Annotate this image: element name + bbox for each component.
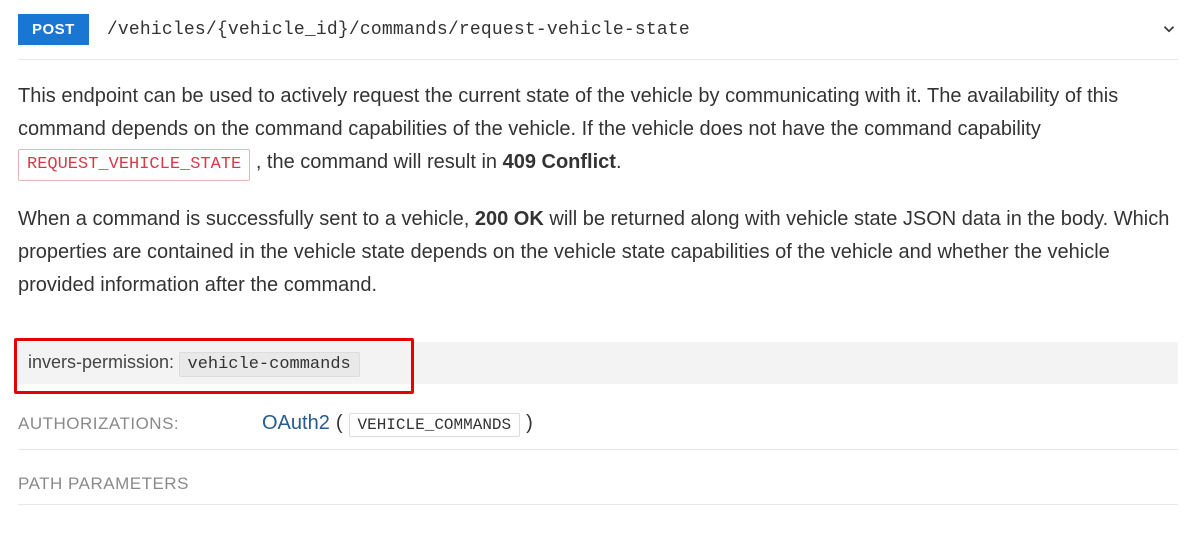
description-paragraph-1: This endpoint can be used to actively re…	[18, 80, 1178, 181]
authorizations-row: AUTHORIZATIONS: OAuth2 ( VEHICLE_COMMAND…	[18, 412, 1178, 450]
authorizations-value: OAuth2 ( VEHICLE_COMMANDS )	[262, 412, 533, 437]
permission-callout: invers-permission: vehicle-commands	[18, 342, 1178, 384]
endpoint-description: This endpoint can be used to actively re…	[18, 80, 1178, 302]
http-method-badge: POST	[18, 14, 89, 45]
text: )	[526, 412, 533, 435]
permission-value: vehicle-commands	[179, 352, 360, 377]
endpoint-path: /vehicles/{vehicle_id}/commands/request-…	[107, 20, 690, 40]
authorizations-title: AUTHORIZATIONS:	[18, 414, 228, 434]
text: .	[616, 151, 622, 173]
text: When a command is successfully sent to a…	[18, 208, 475, 230]
status-ok: 200 OK	[475, 208, 544, 230]
text: , the command will result in	[256, 151, 503, 173]
capability-code-chip: REQUEST_VEHICLE_STATE	[18, 149, 250, 181]
permission-label: invers-permission:	[28, 352, 174, 372]
auth-scope: VEHICLE_COMMANDS	[349, 413, 521, 437]
path-parameters-title: PATH PARAMETERS	[18, 474, 189, 493]
path-parameters-row: PATH PARAMETERS	[18, 474, 1178, 505]
endpoint-header[interactable]: POST /vehicles/{vehicle_id}/commands/req…	[18, 14, 1178, 60]
text: (	[336, 412, 343, 435]
description-paragraph-2: When a command is successfully sent to a…	[18, 203, 1178, 302]
chevron-down-icon[interactable]	[1160, 20, 1178, 43]
status-conflict: 409 Conflict	[503, 151, 616, 173]
auth-scheme[interactable]: OAuth2	[262, 412, 330, 435]
text: This endpoint can be used to actively re…	[18, 85, 1118, 140]
